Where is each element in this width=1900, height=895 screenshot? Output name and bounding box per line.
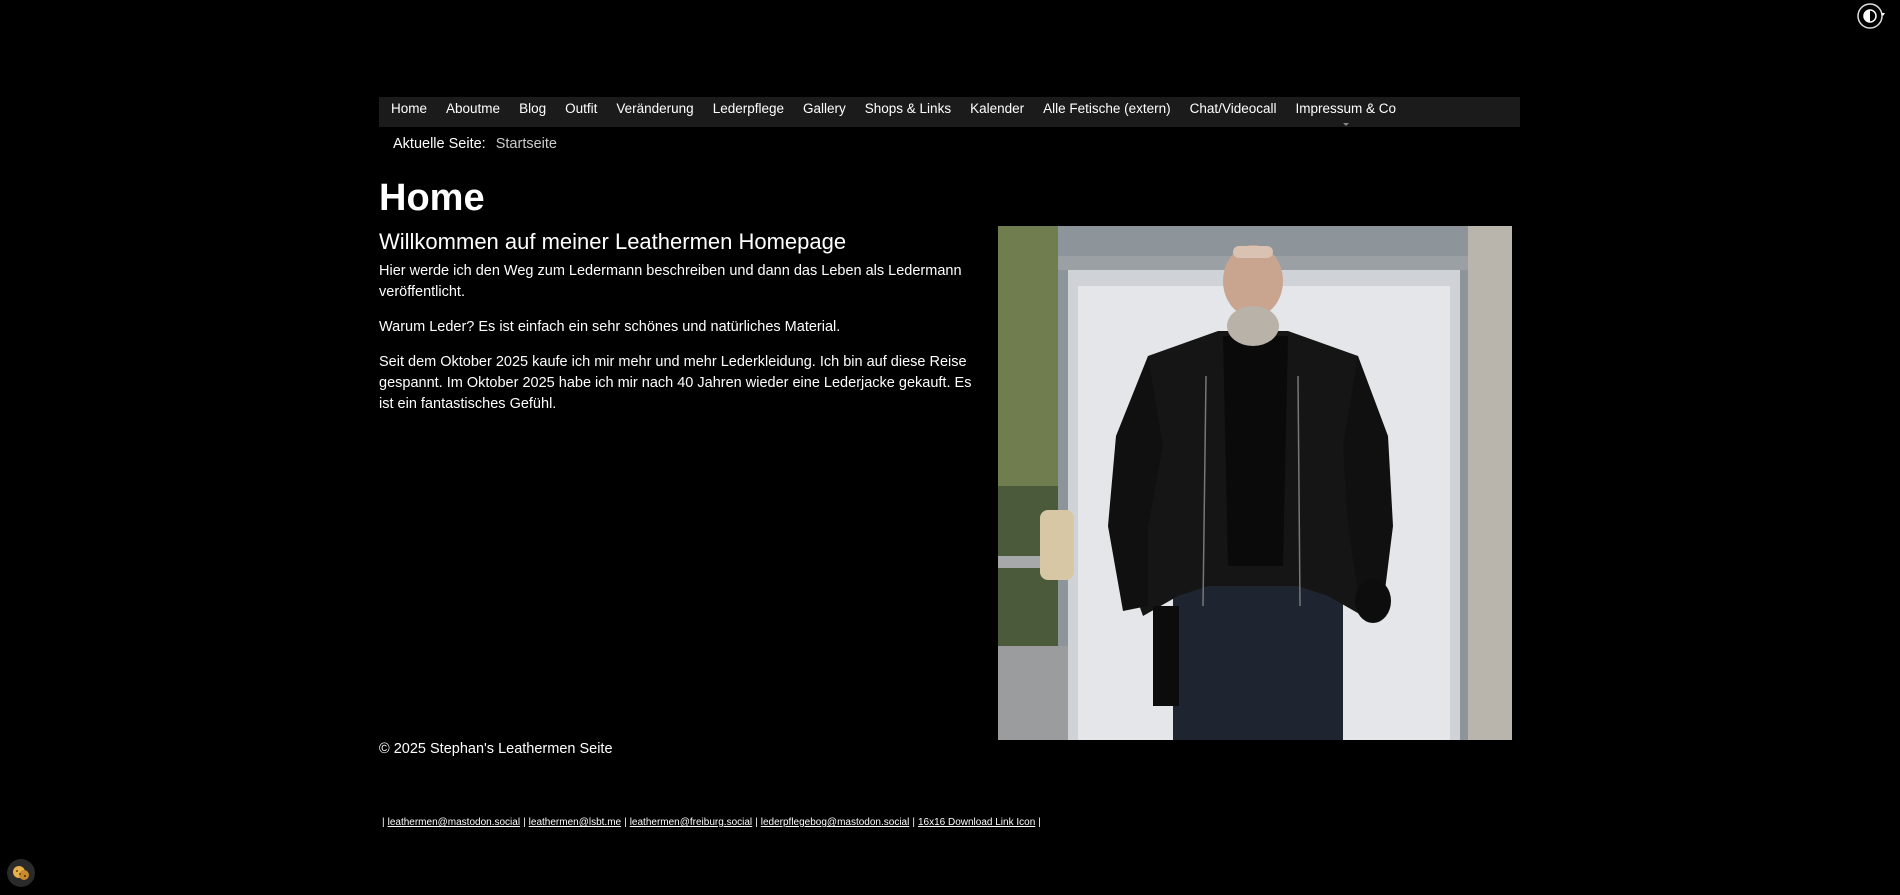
main-navigation: Home Aboutme Blog Outfit Veränderung Led… [379, 97, 1520, 127]
nav-item-outfit[interactable]: Outfit [565, 94, 597, 124]
intro-paragraph: Hier werde ich den Weg zum Ledermann bes… [379, 263, 962, 300]
nav-item-chat-videocall[interactable]: Chat/Videocall [1190, 94, 1277, 124]
contrast-toggle-icon[interactable] [1856, 2, 1886, 30]
footer-copyright: © 2025 Stephan's Leathermen Seite [379, 741, 613, 757]
footer-separator: | [755, 817, 758, 828]
breadcrumb: Aktuelle Seite: Startseite [393, 136, 557, 152]
leather-jacket-photo [998, 226, 1512, 740]
journey-paragraph: Seit dem Oktober 2025 kaufe ich mir mehr… [379, 354, 972, 412]
footer-link-download-icon[interactable]: 16x16 Download Link Icon [918, 817, 1035, 828]
footer-link-lederpflegebog[interactable]: lederpflegebog@mastodon.social [761, 817, 910, 828]
footer-separator: | [912, 817, 915, 828]
breadcrumb-current[interactable]: Startseite [496, 136, 557, 152]
nav-item-blog[interactable]: Blog [519, 94, 546, 124]
footer-link-lsbt[interactable]: leathermen@lsbt.me [529, 817, 621, 828]
footer-link-mastodon[interactable]: leathermen@mastodon.social [388, 817, 520, 828]
footer-separator: | [382, 817, 385, 828]
nav-item-lederpflege[interactable]: Lederpflege [713, 94, 784, 124]
nav-item-aboutme[interactable]: Aboutme [446, 94, 500, 124]
nav-item-shops-links[interactable]: Shops & Links [865, 94, 951, 124]
breadcrumb-label: Aktuelle Seite: [393, 136, 486, 152]
nav-item-impressum[interactable]: Impressum & Co [1295, 94, 1396, 124]
nav-item-alle-fetische[interactable]: Alle Fetische (extern) [1043, 94, 1171, 124]
page: Home Aboutme Blog Outfit Veränderung Led… [0, 0, 1900, 895]
nav-item-veraenderung[interactable]: Veränderung [616, 94, 693, 124]
nav-item-home[interactable]: Home [391, 94, 427, 124]
nav-item-gallery[interactable]: Gallery [803, 94, 846, 124]
footer-links: | leathermen@mastodon.social | leathermen@l… [379, 817, 1044, 828]
footer-separator: | [1038, 817, 1041, 828]
cookie-icon[interactable] [7, 859, 35, 887]
footer-separator: | [523, 817, 526, 828]
footer-link-freiburg[interactable]: leathermen@freiburg.social [630, 817, 752, 828]
main-content: Willkommen auf meiner Leathermen Homepag… [379, 227, 979, 429]
footer-separator: | [624, 817, 627, 828]
nav-item-kalender[interactable]: Kalender [970, 94, 1024, 124]
welcome-heading: Willkommen auf meiner Leathermen Homepag… [379, 229, 847, 254]
why-leather-paragraph: Warum Leder? Es ist einfach ein sehr sch… [379, 319, 841, 335]
page-title: Home [379, 177, 485, 219]
